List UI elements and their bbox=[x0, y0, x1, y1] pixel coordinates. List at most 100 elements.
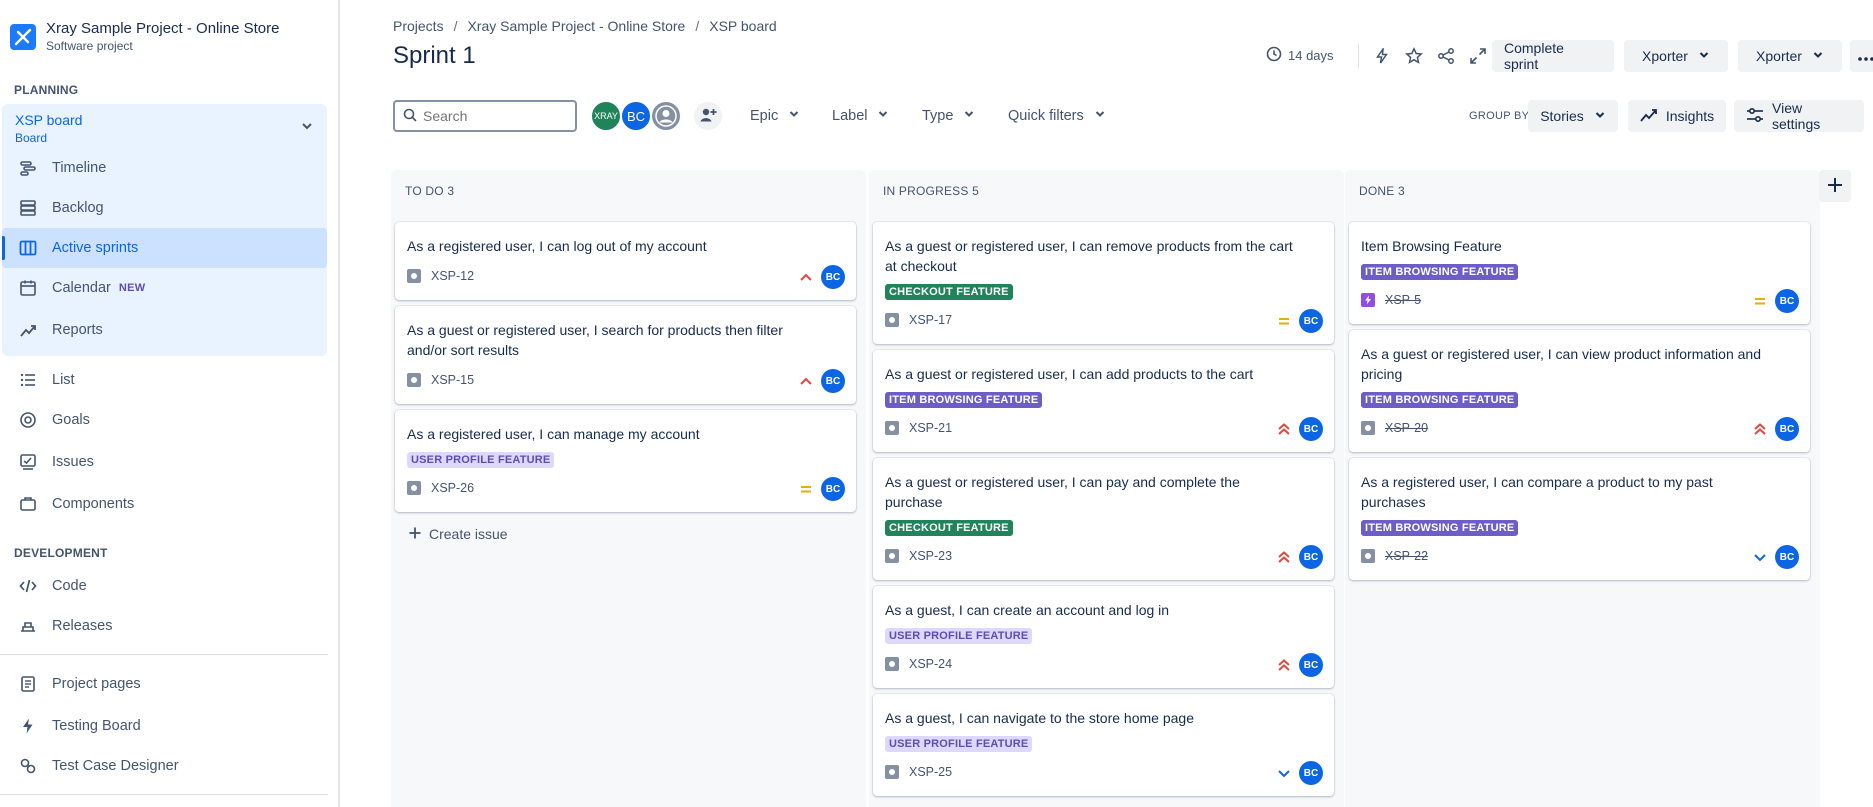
issue-card[interactable]: As a guest or registered user, I can add… bbox=[873, 350, 1334, 452]
issue-key[interactable]: XSP-21 bbox=[909, 421, 952, 435]
priority-medium-icon bbox=[798, 481, 814, 497]
assignee-avatar[interactable]: BC bbox=[1299, 761, 1323, 785]
card-title: As a guest or registered user, I can vie… bbox=[1361, 346, 1761, 382]
issue-key[interactable]: XSP-24 bbox=[909, 657, 952, 671]
quick-filters[interactable]: Quick filters bbox=[1008, 104, 1106, 128]
issue-key[interactable]: XSP-23 bbox=[909, 549, 952, 563]
complete-sprint-button[interactable]: Complete sprint bbox=[1492, 40, 1614, 72]
assignee-avatar[interactable]: BC bbox=[821, 477, 845, 501]
epic-tag: USER PROFILE FEATURE bbox=[885, 628, 1033, 644]
sidebar-item-releases[interactable]: Releases bbox=[2, 606, 327, 646]
search-input[interactable] bbox=[423, 108, 563, 124]
view-settings-button[interactable]: View settings bbox=[1734, 100, 1864, 132]
expand-icon[interactable] bbox=[1466, 44, 1490, 68]
breadcrumb-project[interactable]: Xray Sample Project - Online Store bbox=[467, 18, 685, 34]
sidebar-item-issues[interactable]: Issues bbox=[2, 442, 327, 482]
issue-key[interactable]: XSP-15 bbox=[431, 373, 474, 387]
type-filter[interactable]: Type bbox=[922, 104, 975, 128]
epic-filter[interactable]: Epic bbox=[750, 104, 800, 128]
sidebar-item-calendar[interactable]: Calendar NEW bbox=[2, 268, 327, 308]
assignee-avatar[interactable]: BC bbox=[821, 369, 845, 393]
assignee-avatar[interactable]: BC bbox=[1299, 417, 1323, 441]
issue-card[interactable]: As a registered user, I can log out of m… bbox=[395, 222, 856, 300]
issues-icon bbox=[18, 452, 38, 472]
sidebar-item-active-sprints[interactable]: Active sprints bbox=[2, 228, 327, 268]
assignee-avatar[interactable]: BC bbox=[1775, 417, 1799, 441]
lightning-icon bbox=[18, 716, 38, 736]
project-header[interactable]: Xray Sample Project - Online Store Softw… bbox=[10, 20, 279, 53]
chevron-down-icon[interactable] bbox=[299, 118, 315, 134]
create-issue-label: Create issue bbox=[429, 526, 508, 542]
story-type-icon bbox=[885, 421, 899, 435]
xporter-button-1[interactable]: Xporter bbox=[1624, 40, 1728, 72]
issue-key[interactable]: XSP-25 bbox=[909, 765, 952, 779]
xporter-label: Xporter bbox=[1756, 48, 1802, 64]
board-selector-title[interactable]: XSP board bbox=[15, 112, 82, 128]
issue-key[interactable]: XSP-5 bbox=[1385, 293, 1421, 307]
issue-key[interactable]: XSP-20 bbox=[1385, 421, 1428, 435]
search-box[interactable] bbox=[393, 100, 577, 132]
story-type-icon bbox=[885, 549, 899, 563]
issue-key[interactable]: XSP-22 bbox=[1385, 549, 1428, 563]
settings-sliders-icon bbox=[1746, 107, 1764, 126]
group-by-select[interactable]: Stories bbox=[1528, 100, 1618, 132]
issue-card[interactable]: As a guest or registered user, I can rem… bbox=[873, 222, 1334, 344]
sidebar-item-list[interactable]: List bbox=[2, 360, 327, 400]
issue-key[interactable]: XSP-26 bbox=[431, 481, 474, 495]
star-icon[interactable] bbox=[1402, 44, 1426, 68]
more-actions-button[interactable] bbox=[1850, 40, 1873, 72]
avatar-xray[interactable]: XRAY bbox=[590, 100, 622, 132]
insights-button[interactable]: Insights bbox=[1628, 100, 1726, 132]
issue-card[interactable]: Item Browsing Feature ITEM BROWSING FEAT… bbox=[1349, 222, 1810, 324]
page-title: Sprint 1 bbox=[393, 42, 476, 69]
issue-key[interactable]: XSP-12 bbox=[431, 269, 474, 283]
sidebar-item-testing-board[interactable]: Testing Board bbox=[2, 706, 327, 746]
story-type-icon bbox=[407, 481, 421, 495]
add-column-button[interactable] bbox=[1819, 170, 1851, 202]
sidebar-item-label: Reports bbox=[52, 322, 103, 338]
sidebar-item-reports[interactable]: Reports bbox=[2, 310, 327, 350]
releases-icon bbox=[18, 616, 38, 636]
assignee-avatar[interactable]: BC bbox=[1299, 309, 1323, 333]
issue-card[interactable]: As a registered user, I can compare a pr… bbox=[1349, 458, 1810, 580]
sidebar-item-goals[interactable]: Goals bbox=[2, 400, 327, 440]
create-issue-button[interactable]: Create issue bbox=[409, 526, 508, 542]
issue-card[interactable]: As a guest or registered user, I can pay… bbox=[873, 458, 1334, 580]
story-type-icon bbox=[1361, 421, 1375, 435]
automation-lightning-icon[interactable] bbox=[1370, 44, 1394, 68]
issue-card[interactable]: As a registered user, I can manage my ac… bbox=[395, 410, 856, 512]
priority-medium-icon bbox=[1752, 293, 1768, 309]
issue-key[interactable]: XSP-17 bbox=[909, 313, 952, 327]
card-title: As a guest or registered user, I can add… bbox=[885, 366, 1254, 382]
avatar-unassigned-icon[interactable] bbox=[650, 100, 682, 132]
label-filter[interactable]: Label bbox=[832, 104, 889, 128]
issue-card[interactable]: As a guest, I can navigate to the store … bbox=[873, 694, 1334, 796]
assignee-avatar[interactable]: BC bbox=[1775, 545, 1799, 569]
share-icon[interactable] bbox=[1434, 44, 1458, 68]
breadcrumb-projects[interactable]: Projects bbox=[393, 18, 444, 34]
column-header: IN PROGRESS 5 bbox=[883, 184, 979, 198]
issue-card[interactable]: As a guest, I can create an account and … bbox=[873, 586, 1334, 688]
avatar-bc[interactable]: BC bbox=[620, 100, 652, 132]
priority-low-icon bbox=[1752, 549, 1768, 565]
assignee-avatar[interactable]: BC bbox=[1299, 653, 1323, 677]
priority-low-icon bbox=[1276, 765, 1292, 781]
sidebar-item-backlog[interactable]: Backlog bbox=[2, 188, 327, 228]
issue-card[interactable]: As a guest or registered user, I can vie… bbox=[1349, 330, 1810, 452]
assignee-avatar[interactable]: BC bbox=[821, 265, 845, 289]
sidebar-item-components[interactable]: Components bbox=[2, 484, 327, 524]
issue-card[interactable]: As a guest or registered user, I search … bbox=[395, 306, 856, 404]
add-people-button[interactable] bbox=[692, 100, 724, 132]
sidebar-divider bbox=[0, 794, 328, 795]
sidebar-item-timeline[interactable]: Timeline bbox=[2, 148, 327, 188]
breadcrumb-board[interactable]: XSP board bbox=[709, 18, 776, 34]
sidebar-item-test-case-designer[interactable]: Test Case Designer bbox=[2, 746, 327, 786]
xporter-button-2[interactable]: Xporter bbox=[1738, 40, 1842, 72]
chevron-down-icon bbox=[1094, 108, 1106, 124]
sidebar-item-label: Backlog bbox=[52, 200, 104, 216]
sidebar-item-project-pages[interactable]: Project pages bbox=[2, 664, 327, 704]
sidebar-item-code[interactable]: Code bbox=[2, 566, 327, 606]
column-header: DONE 3 bbox=[1359, 184, 1405, 198]
assignee-avatar[interactable]: BC bbox=[1775, 289, 1799, 313]
assignee-avatar[interactable]: BC bbox=[1299, 545, 1323, 569]
